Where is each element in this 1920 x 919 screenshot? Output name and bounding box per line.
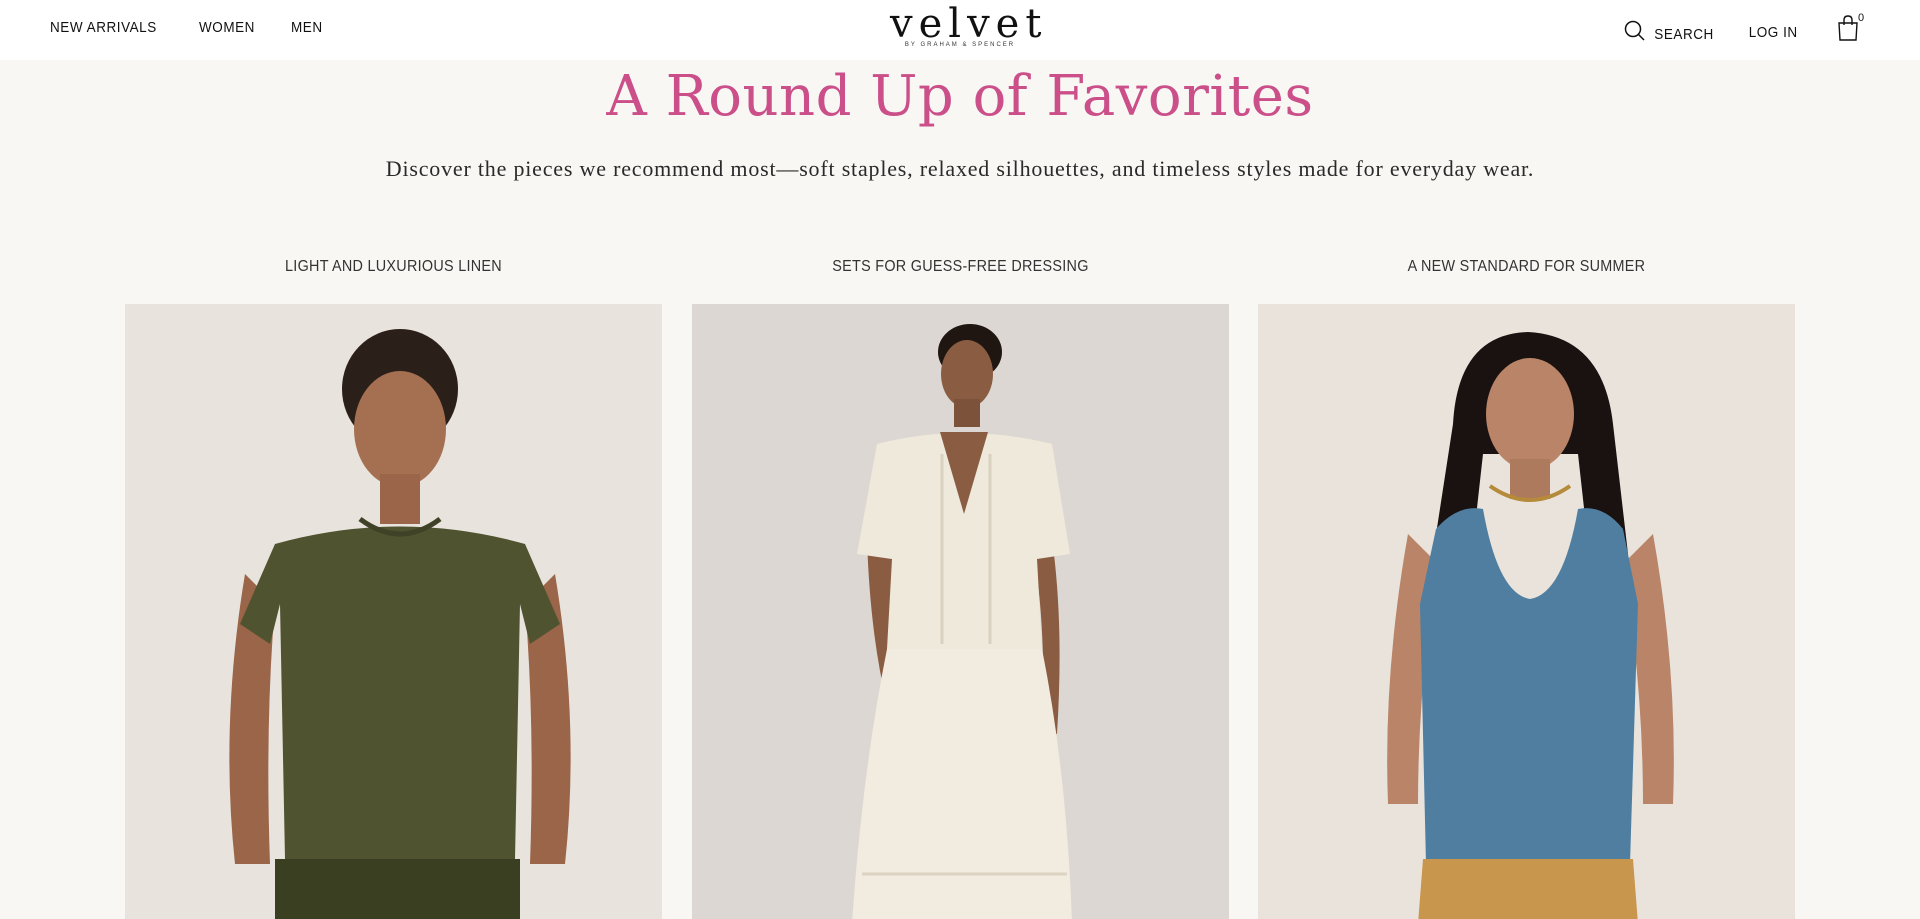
primary-nav: NEW ARRIVALS WOMEN MEN: [50, 19, 326, 36]
model-illustration: [692, 304, 1229, 919]
collection-card-summer[interactable]: A NEW STANDARD FOR SUMMER: [1258, 258, 1795, 919]
site-header: NEW ARRIVALS WOMEN MEN velvet BY GRAHAM …: [0, 0, 1920, 60]
product-image-blue-tank[interactable]: [1258, 304, 1795, 919]
logo-tagline: BY GRAHAM & SPENCER: [904, 42, 1016, 48]
collection-card-linen[interactable]: LIGHT AND LUXURIOUS LINEN: [125, 258, 662, 919]
model-illustration: [125, 304, 662, 919]
nav-new-arrivals[interactable]: NEW ARRIVALS: [50, 19, 157, 36]
collection-card-sets[interactable]: SETS FOR GUESS-FREE DRESSING: [692, 258, 1229, 919]
cart-button[interactable]: 0: [1836, 12, 1864, 47]
search-icon: [1625, 20, 1645, 41]
nav-men[interactable]: MEN: [291, 19, 323, 36]
logo-wordmark: velvet: [890, 1, 1048, 47]
cart-count: 0: [1858, 12, 1865, 24]
login-link[interactable]: LOG IN: [1748, 24, 1797, 41]
nav-women[interactable]: WOMEN: [199, 19, 255, 36]
collection-card-title[interactable]: A NEW STANDARD FOR SUMMER: [1285, 258, 1768, 282]
product-image-olive-tee[interactable]: [125, 304, 662, 919]
collection-card-title[interactable]: SETS FOR GUESS-FREE DRESSING: [719, 258, 1202, 282]
search-button[interactable]: SEARCH: [1623, 18, 1717, 43]
page-title: A Round Up of Favorites: [606, 64, 1314, 129]
brand-logo[interactable]: velvet BY GRAHAM & SPENCER: [890, 1, 1048, 48]
collection-card-title[interactable]: LIGHT AND LUXURIOUS LINEN: [152, 258, 635, 282]
utility-nav: SEARCH LOG IN 0: [1623, 12, 1864, 47]
model-illustration: [1258, 304, 1795, 919]
shopping-bag-icon: [1838, 15, 1858, 41]
search-label: SEARCH: [1654, 26, 1715, 43]
page-subtitle: Discover the pieces we recommend most—so…: [385, 156, 1535, 181]
product-image-cream-set[interactable]: [692, 304, 1229, 919]
